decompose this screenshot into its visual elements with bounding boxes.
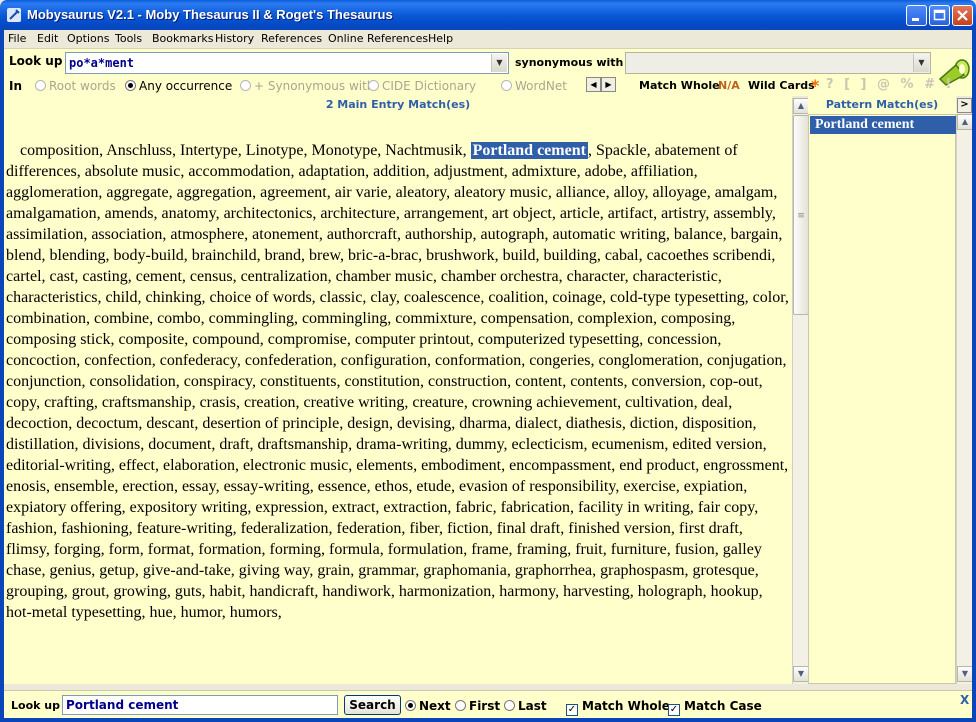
menu-bar: File Edit Options Tools Bookmarks Histor… <box>4 30 972 48</box>
minimize-icon <box>912 18 919 21</box>
list-item[interactable]: Portland cement <box>810 116 956 134</box>
lookup-label: Look up <box>9 54 63 68</box>
lookup-combo[interactable]: po*a*ment ▼ <box>65 52 509 74</box>
search-button[interactable]: Search <box>344 695 401 715</box>
radio-first[interactable]: First <box>455 699 500 713</box>
expand-button[interactable]: > <box>957 98 972 113</box>
result-text-before: composition, Anschluss, Intertype, Linot… <box>20 142 471 159</box>
radio-root-words[interactable]: Root words <box>35 79 116 93</box>
menu-bookmarks[interactable]: Bookmarks <box>152 32 213 45</box>
synonymous-combo[interactable]: ▼ <box>625 52 931 74</box>
main-entry-header: 2 Main Entry Match(es) <box>4 96 792 114</box>
menu-online-references[interactable]: Online References <box>328 32 428 45</box>
menu-tools[interactable]: Tools <box>115 32 142 45</box>
side-scrollbar[interactable]: ▲ ▼ <box>956 114 973 684</box>
wild-card-glyphs: ? [ ] @ % # ! <box>826 77 955 92</box>
window-frame-bottom <box>0 718 976 722</box>
menu-edit[interactable]: Edit <box>37 32 58 45</box>
match-case-checkbox[interactable]: ✓ Match Case <box>668 699 762 716</box>
main-scrollbar[interactable]: ▲ ≡ ▼ <box>792 98 809 684</box>
nav-arrows: ◀ ▶ <box>586 77 618 92</box>
close-button[interactable] <box>952 5 973 26</box>
find-bar: Look up Portland cement Search Next Firs… <box>4 690 972 718</box>
arrow-left-icon[interactable]: ◀ <box>586 77 601 92</box>
in-label: In <box>9 79 23 93</box>
match-whole-value: N/A <box>718 79 740 92</box>
wild-cards-label: Wild Cards <box>748 79 815 92</box>
highlighted-match[interactable]: Portland cement <box>470 142 588 159</box>
wild-star-icon[interactable]: * <box>811 76 819 95</box>
app-icon <box>7 8 21 22</box>
find-label: Look up <box>11 699 60 712</box>
close-find-icon[interactable]: X <box>960 693 969 707</box>
maximize-button[interactable] <box>929 5 950 26</box>
radio-synonymous-with[interactable]: + Synonymous with <box>240 79 374 93</box>
minimize-button[interactable] <box>906 5 927 26</box>
window-frame-right <box>972 30 976 722</box>
scroll-up-icon[interactable]: ▲ <box>957 114 973 130</box>
radio-wordnet[interactable]: WordNet <box>501 79 567 93</box>
menu-options[interactable]: Options <box>67 32 109 45</box>
radio-cide-dictionary[interactable]: CIDE Dictionary <box>368 79 476 93</box>
menu-references[interactable]: References <box>261 32 322 45</box>
result-text-after: , Spackle, abatement of differences, abs… <box>6 142 789 621</box>
match-whole-checkbox[interactable]: ✓ Match Whole <box>566 699 670 716</box>
scroll-down-icon[interactable]: ▼ <box>793 666 809 682</box>
menu-file[interactable]: File <box>8 32 26 45</box>
menu-history[interactable]: History <box>215 32 254 45</box>
scroll-thumb[interactable]: ≡ <box>793 115 809 315</box>
synonymous-label: synonymous with <box>515 56 624 69</box>
find-input[interactable]: Portland cement <box>62 695 338 715</box>
lookup-value: po*a*ment <box>69 56 135 70</box>
window-title: Mobysaurus V2.1 - Moby Thesaurus II & Ro… <box>27 7 393 22</box>
chevron-down-icon[interactable]: ▼ <box>913 54 929 72</box>
radio-next[interactable]: Next <box>405 699 451 713</box>
radio-any-occurrence[interactable]: Any occurrence <box>125 79 232 93</box>
window-frame-left <box>0 30 4 722</box>
close-icon <box>957 10 968 21</box>
radio-last[interactable]: Last <box>504 699 547 713</box>
title-bar: Mobysaurus V2.1 - Moby Thesaurus II & Ro… <box>0 0 976 30</box>
maximize-icon <box>933 9 946 21</box>
menu-help[interactable]: Help <box>428 32 453 45</box>
pattern-match-list: Portland cement <box>808 114 956 684</box>
pattern-match-header: Pattern Match(es) <box>808 96 956 114</box>
result-text: composition, Anschluss, Intertype, Linot… <box>4 114 792 684</box>
match-whole-label: Match Whole <box>639 79 720 92</box>
arrow-right-icon[interactable]: ▶ <box>601 77 616 92</box>
scroll-up-icon[interactable]: ▲ <box>793 98 809 114</box>
chevron-down-icon[interactable]: ▼ <box>491 54 507 72</box>
scroll-down-icon[interactable]: ▼ <box>957 666 973 682</box>
